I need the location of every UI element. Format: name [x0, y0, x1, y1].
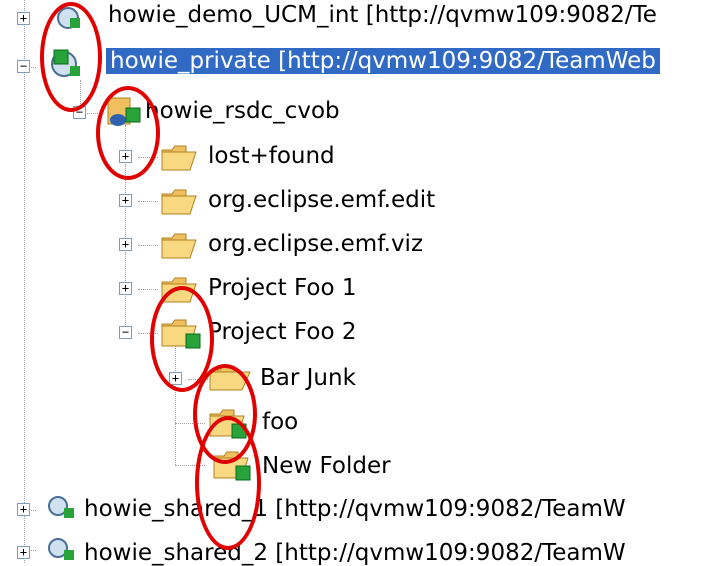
collapse-toggle[interactable]: − [17, 60, 30, 73]
expand-toggle[interactable]: + [119, 282, 132, 295]
tree-item-org-eclipse-emf-edit[interactable]: org.eclipse.emf.edit [208, 187, 435, 213]
tree-item-project-foo-2[interactable]: Project Foo 2 [208, 319, 357, 345]
tree-item-howie-private[interactable]: howie_private [http://qvmw109:9082/TeamW… [106, 48, 660, 74]
annotation-circle [40, 2, 102, 112]
tree-item-org-eclipse-emf-viz[interactable]: org.eclipse.emf.viz [208, 231, 423, 257]
expand-toggle[interactable]: + [119, 238, 132, 251]
expand-toggle[interactable]: + [17, 546, 30, 559]
tree-connector [138, 245, 158, 246]
folder-icon [161, 189, 197, 215]
expand-toggle[interactable]: + [17, 12, 30, 25]
tree-item-howie-shared-2[interactable]: howie_shared_2 [http://qvmw109:9082/Team… [84, 540, 626, 566]
expand-toggle[interactable]: + [119, 194, 132, 207]
tree-item-project-foo-1[interactable]: Project Foo 1 [208, 275, 357, 301]
annotation-circle [96, 86, 160, 180]
collapse-toggle[interactable]: − [119, 326, 132, 339]
annotation-circle [195, 416, 261, 550]
folder-icon [161, 145, 197, 171]
tree-item-new-folder[interactable]: New Folder [262, 453, 391, 479]
repository-icon [48, 538, 74, 560]
repository-icon [48, 496, 74, 518]
tree-item-lost-found[interactable]: lost+found [208, 143, 335, 169]
folder-icon [161, 233, 197, 259]
tree-connector [138, 201, 158, 202]
tree-item-howie-rsdc-cvob[interactable]: howie_rsdc_cvob [145, 98, 340, 124]
tree-item-howie-demo-ucm-int[interactable]: howie_demo_UCM_int [http://qvmw109:9082/… [108, 2, 657, 28]
tree-item-foo[interactable]: foo [262, 409, 298, 435]
tree-connector [24, 0, 25, 563]
expand-toggle[interactable]: + [17, 503, 30, 516]
tree-item-bar-junk[interactable]: Bar Junk [260, 365, 356, 391]
tree-item-howie-shared-1[interactable]: howie_shared_1 [http://qvmw109:9082/Team… [84, 496, 626, 522]
tree-connector [138, 289, 158, 290]
